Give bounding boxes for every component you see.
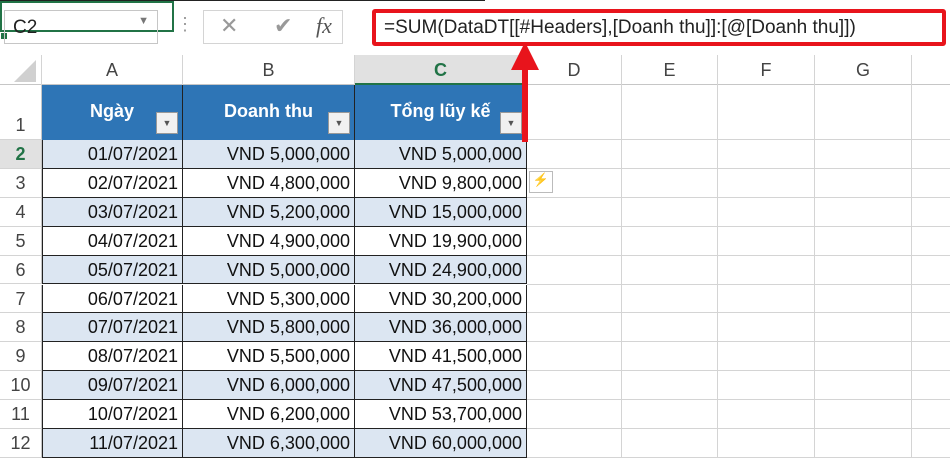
header-label: Doanh thu: [224, 101, 313, 121]
table-cell[interactable]: VND 5,800,000: [183, 313, 355, 343]
table-cell[interactable]: 11/07/2021: [42, 429, 183, 458]
gridline: [717, 85, 718, 458]
cancel-icon[interactable]: ✕: [220, 13, 238, 39]
gridline: [527, 428, 950, 429]
table-cell[interactable]: 08/07/2021: [42, 342, 183, 372]
table-cell[interactable]: 07/07/2021: [42, 313, 183, 343]
column-header-a[interactable]: A: [42, 55, 183, 85]
row-header[interactable]: 2: [0, 140, 42, 169]
table-cell[interactable]: VND 5,000,000: [183, 140, 355, 169]
table-cell[interactable]: VND 30,200,000: [355, 284, 527, 314]
table-cell[interactable]: 02/07/2021: [42, 168, 183, 198]
row-header[interactable]: 9: [0, 342, 42, 372]
header-label: Ngày: [89, 101, 134, 121]
row-header[interactable]: 12: [0, 429, 42, 458]
row-header[interactable]: 3: [0, 168, 42, 198]
table-header-cell: Ngày ▼: [42, 85, 183, 140]
row-header[interactable]: 7: [0, 284, 42, 314]
column-header-b[interactable]: B: [183, 55, 355, 85]
row-header[interactable]: 5: [0, 226, 42, 256]
row-header[interactable]: 4: [0, 197, 42, 227]
table-cell[interactable]: VND 24,900,000: [355, 255, 527, 285]
table-cell[interactable]: VND 36,000,000: [355, 313, 527, 343]
column-header-e[interactable]: E: [622, 55, 718, 85]
drag-handle-icon[interactable]: ⋮: [176, 14, 194, 35]
table-cell[interactable]: VND 5,200,000: [183, 197, 355, 227]
table-cell[interactable]: VND 5,000,000: [183, 255, 355, 285]
table-header-cell: Doanh thu ▼: [183, 85, 355, 140]
table-cell[interactable]: VND 5,000,000: [355, 140, 527, 169]
table-header-cell: Tổng lũy kế ▼: [355, 85, 527, 140]
gridline: [911, 85, 912, 458]
gridline: [527, 167, 950, 169]
table-cell[interactable]: 10/07/2021: [42, 400, 183, 429]
column-header-c[interactable]: C: [355, 55, 527, 85]
enter-check-icon[interactable]: ✔: [274, 13, 292, 39]
row-header[interactable]: 1: [0, 85, 42, 140]
table-cell[interactable]: 06/07/2021: [42, 284, 183, 314]
table-cell[interactable]: VND 47,500,000: [355, 371, 527, 401]
gridline: [527, 196, 950, 198]
quick-analysis-flash-fill-icon[interactable]: ⚡: [529, 171, 553, 193]
gridline: [527, 341, 950, 343]
gridline: [527, 370, 950, 372]
row-header[interactable]: 11: [0, 400, 42, 429]
formula-buttons: ✕ ✔ fx: [203, 10, 343, 44]
formula-bar-input[interactable]: =SUM(DataDT[[#Headers],[Doanh thu]]:[@[D…: [372, 9, 946, 46]
column-header-g[interactable]: G: [815, 55, 912, 85]
filter-dropdown-icon[interactable]: ▼: [156, 112, 178, 134]
table-cell[interactable]: VND 5,300,000: [183, 284, 355, 314]
column-header-f[interactable]: F: [718, 55, 815, 85]
table-cell[interactable]: 01/07/2021: [42, 140, 183, 169]
gridline: [527, 139, 950, 140]
table-cell[interactable]: VND 15,000,000: [355, 197, 527, 227]
header-label: Tổng lũy kế: [390, 101, 491, 121]
annotation-arrow-icon: [511, 42, 539, 142]
table-cell[interactable]: 04/07/2021: [42, 226, 183, 256]
table-cell[interactable]: VND 6,200,000: [183, 400, 355, 429]
table-cell[interactable]: VND 41,500,000: [355, 342, 527, 372]
table-cell[interactable]: 05/07/2021: [42, 255, 183, 285]
table-cell[interactable]: 09/07/2021: [42, 371, 183, 401]
gridline: [527, 283, 950, 285]
column-headers: A B C D E F G: [0, 55, 950, 85]
gridline: [621, 85, 622, 458]
gridline: [527, 399, 950, 401]
name-box[interactable]: C2 ▼: [4, 10, 158, 44]
gridline: [814, 85, 815, 458]
table-cell[interactable]: VND 6,000,000: [183, 371, 355, 401]
gridline: [527, 225, 950, 227]
table-cell[interactable]: VND 19,900,000: [355, 226, 527, 256]
select-all-button[interactable]: [0, 55, 42, 85]
row-header[interactable]: 10: [0, 371, 42, 401]
row-header[interactable]: 6: [0, 255, 42, 285]
name-box-value: C2: [13, 17, 38, 38]
chevron-down-icon[interactable]: ▼: [138, 15, 149, 27]
table-cell[interactable]: VND 60,000,000: [355, 429, 527, 458]
gridline: [527, 254, 950, 256]
filter-dropdown-icon[interactable]: ▼: [328, 112, 350, 134]
table-cell[interactable]: VND 9,800,000: [355, 168, 527, 198]
table-cell[interactable]: VND 53,700,000: [355, 400, 527, 429]
table-cell[interactable]: VND 6,300,000: [183, 429, 355, 458]
table-cell[interactable]: VND 4,800,000: [183, 168, 355, 198]
table-cell[interactable]: VND 5,500,000: [183, 342, 355, 372]
table-cell[interactable]: 03/07/2021: [42, 197, 183, 227]
row-header[interactable]: 8: [0, 313, 42, 343]
gridline: [527, 312, 950, 314]
table-cell[interactable]: VND 4,900,000: [183, 226, 355, 256]
fx-icon[interactable]: fx: [316, 13, 332, 39]
